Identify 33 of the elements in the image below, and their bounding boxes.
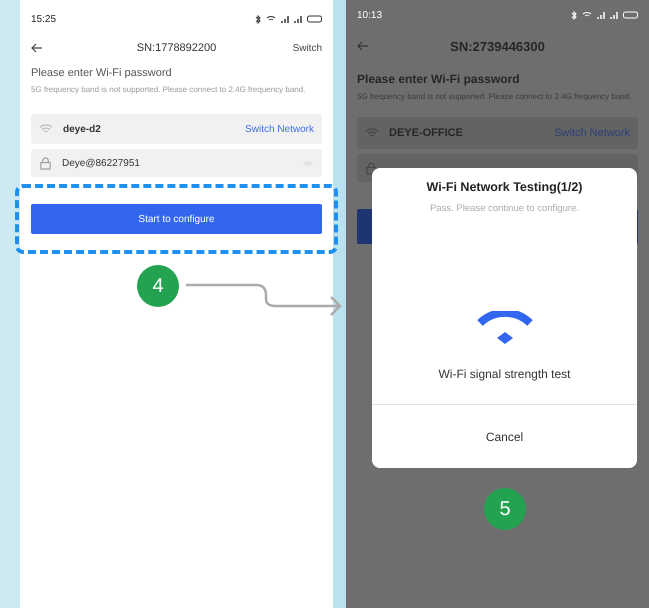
bluetooth-icon (255, 14, 261, 24)
wifi-password-heading: Please enter Wi-Fi password (31, 67, 173, 79)
dialog-title: Wi-Fi Network Testing(1/2) (426, 180, 582, 194)
wifi-signal-icon (476, 311, 532, 345)
bluetooth-icon (571, 10, 577, 20)
signal-icon (597, 11, 605, 19)
password-value: Deye@86227951 (62, 158, 141, 168)
frequency-hint: 5G frequency band is not supported. Please connect to 2.4G frequency band. (31, 85, 306, 95)
wifi-icon (582, 11, 592, 19)
switch-network-link[interactable]: Switch Network (245, 124, 314, 134)
lock-icon (39, 156, 52, 170)
network-name: deye-d2 (63, 124, 102, 134)
wifi-password-heading: Please enter Wi-Fi password (357, 72, 521, 86)
battery-icon (307, 15, 322, 23)
signal-test-label: Wi-Fi signal strength test (438, 367, 571, 381)
device-serial-title: SN:2739446300 (450, 38, 545, 54)
start-configure-button[interactable]: Start to configure (31, 204, 322, 234)
status-time: 10:13 (357, 10, 382, 20)
signal-icon (281, 15, 289, 23)
status-time: 15:25 (31, 14, 56, 24)
wifi-icon (266, 15, 276, 23)
dialog-subtitle: Pass. Please continue to configure. (430, 203, 579, 214)
signal-icon (610, 11, 618, 19)
back-arrow-icon[interactable] (31, 43, 43, 53)
wifi-icon (39, 124, 53, 134)
cancel-button[interactable]: Cancel (372, 405, 637, 468)
device-serial-title: SN:1778892200 (136, 42, 216, 54)
battery-icon (623, 11, 638, 19)
password-field[interactable]: Deye@86227951 (31, 149, 322, 177)
signal-icon (294, 15, 302, 23)
wifi-icon (365, 128, 379, 138)
switch-button[interactable]: Switch (292, 42, 322, 54)
network-name: DEYE-OFFICE (389, 127, 464, 139)
